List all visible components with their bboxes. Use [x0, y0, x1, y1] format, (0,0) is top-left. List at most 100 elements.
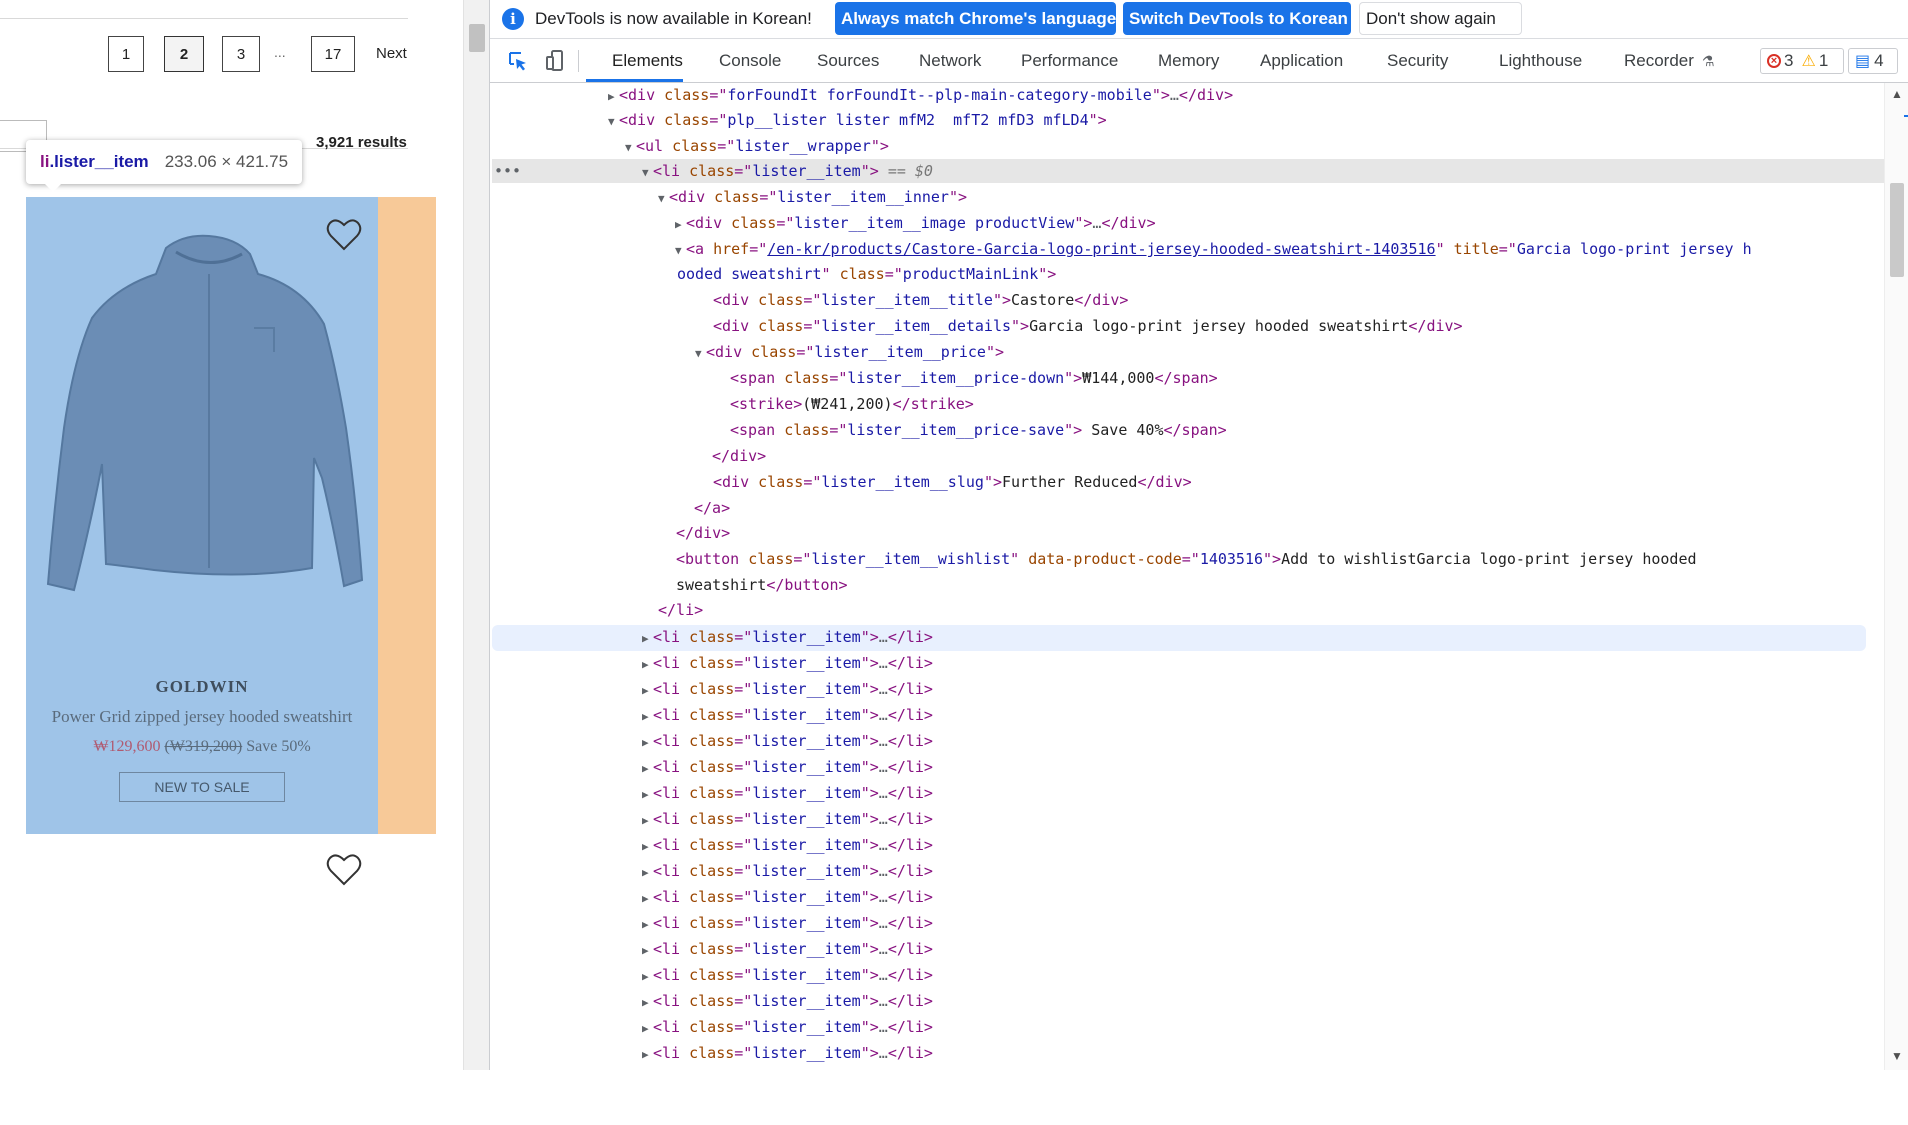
messages-counter[interactable]: ▤ 4	[1848, 48, 1898, 74]
dom-node[interactable]: <button class="lister__item__wishlist" d…	[676, 547, 1697, 571]
expand-arrow-icon[interactable]: ▶	[642, 913, 653, 937]
product-brand[interactable]: GOLDWIN	[26, 677, 378, 697]
scroll-up-arrow-icon[interactable]: ▲	[1891, 87, 1903, 101]
tab-memory[interactable]: Memory	[1158, 51, 1219, 71]
scrollbar-thumb[interactable]	[469, 24, 485, 52]
issues-counter[interactable]: × 3 ⚠ 1	[1760, 48, 1844, 74]
page-scrollbar[interactable]	[463, 0, 490, 1070]
page-button-1[interactable]: 1	[108, 36, 144, 72]
dom-node[interactable]: <span class="lister__item__price-down">₩…	[730, 366, 1218, 390]
scrollbar-thumb[interactable]	[1890, 183, 1904, 277]
dom-node[interactable]: ▼ <div class="plp__lister lister mfM2 mfT…	[608, 108, 1107, 132]
dom-node[interactable]: ▶ <div class="forFoundIt forFoundIt--plp-…	[608, 83, 1233, 107]
devtools-toolbar: Elements Console Sources Network Perform…	[490, 39, 1908, 83]
expand-arrow-icon[interactable]: ▶	[642, 809, 653, 833]
page-button-3[interactable]: 3	[222, 36, 260, 72]
expand-arrow-icon[interactable]: ▶	[642, 991, 653, 1015]
webpage-viewport: 1 2 3 ... 17 Next 3,921 results GOLDWIN …	[0, 0, 463, 1125]
dom-node-collapsed-li[interactable]: ▶ <li class="lister__item">…</li>	[642, 651, 933, 675]
expand-arrow-icon[interactable]: ▶	[642, 783, 653, 807]
tab-console[interactable]: Console	[719, 51, 781, 71]
dom-node-collapsed-li[interactable]: ▶ <li class="lister__item">…</li>	[642, 807, 933, 831]
dom-node-collapsed-li[interactable]: ▶ <li class="lister__item">…</li>	[642, 1041, 933, 1065]
collapse-arrow-icon[interactable]: ▼	[658, 187, 669, 211]
expand-arrow-icon[interactable]: ▶	[642, 679, 653, 703]
dom-node-collapsed-li[interactable]: ▶ <li class="lister__item">…</li>	[642, 755, 933, 779]
tab-network[interactable]: Network	[919, 51, 981, 71]
scroll-down-arrow-icon[interactable]: ▼	[1891, 1049, 1903, 1063]
collapse-arrow-icon[interactable]: ▼	[625, 136, 636, 160]
expand-arrow-icon[interactable]: ▶	[642, 965, 653, 989]
collapse-arrow-icon[interactable]: ▼	[608, 110, 619, 134]
dom-node-collapsed-li[interactable]: ▶ <li class="lister__item">…</li>	[642, 625, 933, 649]
collapse-arrow-icon[interactable]: ▼	[695, 342, 706, 366]
dom-node-selected[interactable]: ▼ <li class="lister__item"> == $0	[642, 159, 933, 183]
dom-node-collapsed-li[interactable]: ▶ <li class="lister__item">…</li>	[642, 677, 933, 701]
tab-elements[interactable]: Elements	[612, 51, 683, 71]
wishlist-heart-icon[interactable]	[326, 218, 362, 252]
tab-recorder[interactable]: Recorder ⚗	[1624, 51, 1714, 71]
page-button-17[interactable]: 17	[311, 36, 355, 72]
tab-lighthouse[interactable]: Lighthouse	[1499, 51, 1582, 71]
dom-node[interactable]: <div class="lister__item__slug">Further …	[713, 470, 1192, 494]
dom-node-collapsed-li[interactable]: ▶ <li class="lister__item">…</li>	[642, 703, 933, 727]
expand-arrow-icon[interactable]: ▶	[642, 861, 653, 885]
tab-security[interactable]: Security	[1387, 51, 1448, 71]
expand-arrow-icon[interactable]: ▶	[642, 627, 653, 651]
dom-node[interactable]: <div class="lister__item__title">Castore…	[713, 288, 1128, 312]
dom-node[interactable]: ▼ <a href="/en-kr/products/Castore-Garcia…	[675, 237, 1752, 261]
dom-node-collapsed-li[interactable]: ▶ <li class="lister__item">…</li>	[642, 781, 933, 805]
dom-node-collapsed-li[interactable]: ▶ <li class="lister__item">…</li>	[642, 911, 933, 935]
dom-node[interactable]: ▶ <div class="lister__item__image product…	[675, 211, 1156, 235]
tab-performance[interactable]: Performance	[1021, 51, 1118, 71]
dom-node-collapsed-li[interactable]: ▶ <li class="lister__item">…</li>	[642, 833, 933, 857]
dom-node-collapsed-li[interactable]: ▶ <li class="lister__item">…</li>	[642, 963, 933, 987]
product-name[interactable]: Power Grid zipped jersey hooded sweatshi…	[26, 707, 378, 727]
price-save: Save 50%	[246, 738, 311, 755]
more-actions-icon[interactable]: •••	[494, 159, 521, 183]
wishlist-heart-icon[interactable]	[326, 853, 362, 887]
collapse-arrow-icon[interactable]: ▼	[675, 239, 686, 263]
match-language-button[interactable]: Always match Chrome's language	[835, 2, 1116, 35]
dom-node[interactable]: <strike>(₩241,200)</strike>	[730, 392, 974, 416]
dom-node[interactable]: <span class="lister__item__price-save"> …	[730, 418, 1227, 442]
collapse-arrow-icon[interactable]: ▼	[642, 161, 653, 185]
pagination-ellipsis: ...	[274, 44, 286, 60]
expand-arrow-icon[interactable]: ▶	[642, 835, 653, 859]
product-image[interactable]	[44, 228, 366, 608]
expand-arrow-icon[interactable]: ▶	[608, 85, 619, 109]
tab-sources[interactable]: Sources	[817, 51, 879, 71]
dom-node-collapsed-li[interactable]: ▶ <li class="lister__item">…</li>	[642, 885, 933, 909]
href-link[interactable]: /en-kr/products/Castore-Garcia-logo-prin…	[767, 240, 1435, 258]
dom-node-collapsed-li[interactable]: ▶ <li class="lister__item">…</li>	[642, 859, 933, 883]
devtools-scrollbar[interactable]: ▲ ▼	[1884, 83, 1908, 1070]
dom-node-collapsed-li[interactable]: ▶ <li class="lister__item">…</li>	[642, 989, 933, 1013]
price-original: (₩319,200)	[164, 738, 243, 755]
dom-node-wrap: sweatshirt</button>	[676, 576, 848, 594]
expand-arrow-icon[interactable]: ▶	[675, 213, 686, 237]
expand-arrow-icon[interactable]: ▶	[642, 887, 653, 911]
dom-node[interactable]: <div class="lister__item__details">Garci…	[713, 314, 1463, 338]
switch-language-button[interactable]: Switch DevTools to Korean	[1123, 2, 1351, 35]
dom-node[interactable]: ▼ <div class="lister__item__inner">	[658, 185, 967, 209]
expand-arrow-icon[interactable]: ▶	[642, 939, 653, 963]
dom-node[interactable]: ▼ <div class="lister__item__price">	[695, 340, 1004, 364]
expand-arrow-icon[interactable]: ▶	[642, 705, 653, 729]
dom-node-collapsed-li[interactable]: ▶ <li class="lister__item">…</li>	[642, 937, 933, 961]
divider	[0, 18, 408, 19]
expand-arrow-icon[interactable]: ▶	[642, 731, 653, 755]
tab-application[interactable]: Application	[1260, 51, 1343, 71]
page-button-2[interactable]: 2	[164, 36, 204, 72]
inspect-element-icon[interactable]	[506, 49, 530, 73]
expand-arrow-icon[interactable]: ▶	[642, 1043, 653, 1067]
expand-arrow-icon[interactable]: ▶	[642, 1017, 653, 1041]
dismiss-infobar-button[interactable]: Don't show again	[1359, 2, 1522, 35]
device-toolbar-icon[interactable]	[544, 49, 568, 73]
dom-node[interactable]: ▼ <ul class="lister__wrapper">	[625, 134, 889, 158]
expand-arrow-icon[interactable]: ▶	[642, 757, 653, 781]
dom-node-collapsed-li[interactable]: ▶ <li class="lister__item">…</li>	[642, 729, 933, 753]
dom-node-collapsed-li[interactable]: ▶ <li class="lister__item">…</li>	[642, 1015, 933, 1039]
next-page-link[interactable]: Next	[376, 45, 407, 62]
expand-arrow-icon[interactable]: ▶	[642, 653, 653, 677]
warning-icon: ⚠	[1801, 53, 1816, 70]
